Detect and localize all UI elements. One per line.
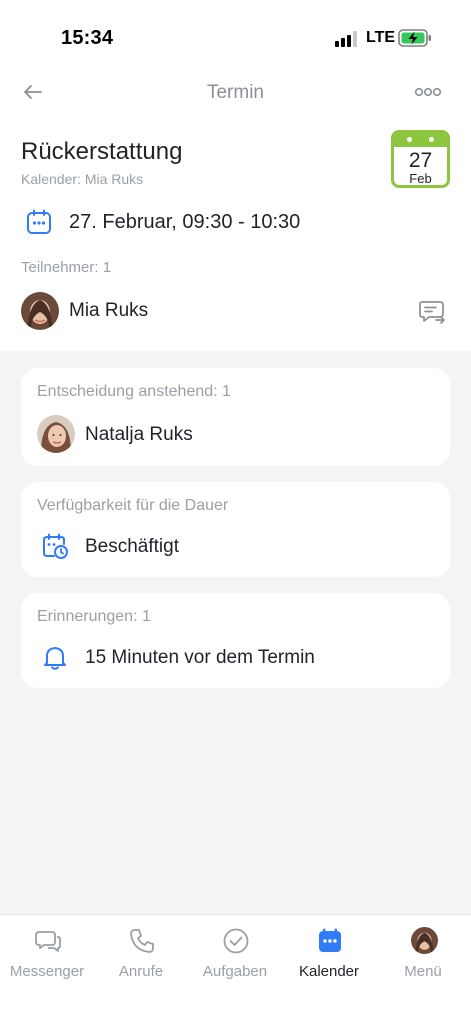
bell-icon (44, 647, 66, 670)
date-badge-month: Feb (409, 171, 432, 186)
date-badge-ring-dot (407, 137, 412, 142)
tab-tasks[interactable]: Aufgaben (188, 915, 282, 995)
pending-decision-card[interactable]: Entscheidung anstehend: 1 Natalja Ruks (21, 368, 450, 466)
availability-card[interactable]: Verfügbarkeit für die Dauer Beschäftigt (21, 482, 450, 577)
tab-label: Anrufe (118, 963, 164, 980)
calendar-icon (319, 928, 341, 952)
reminder-value: 15 Minuten vor dem Termin (85, 647, 315, 668)
more-options-icon[interactable] (414, 84, 442, 100)
avatar-photo (21, 292, 59, 330)
availability-value: Beschäftigt (85, 536, 179, 557)
bottom-tab-bar: Messenger Anrufe Aufgaben Kalender Menü (0, 914, 471, 1024)
chat-bubbles-icon (35, 931, 61, 952)
check-circle-icon (223, 928, 249, 954)
tab-calls[interactable]: Anrufe (94, 915, 188, 995)
pending-attendee-avatar[interactable] (37, 415, 75, 453)
tab-menu[interactable]: Menü (376, 915, 470, 995)
message-forward-icon[interactable] (418, 299, 446, 325)
availability-label: Verfügbarkeit für die Dauer (37, 497, 229, 514)
tab-label: Messenger (9, 963, 85, 980)
pending-attendee-name: Natalja Ruks (85, 424, 193, 445)
avatar (411, 927, 438, 954)
participant-avatar[interactable] (21, 292, 59, 330)
calendar-icon (27, 209, 51, 234)
reminders-label: Erinnerungen: 1 (37, 608, 151, 625)
cellular-signal-icon (335, 31, 357, 47)
tab-calendar[interactable]: Kalender (282, 915, 376, 995)
battery-charging-icon (398, 29, 431, 47)
event-title: Rückerstattung (21, 138, 183, 165)
date-badge-band (394, 133, 447, 147)
pending-decision-label: Entscheidung anstehend: 1 (37, 383, 231, 400)
date-badge-ring-dot (429, 137, 434, 142)
tab-label: Aufgaben (202, 963, 268, 980)
tab-messenger[interactable]: Messenger (0, 915, 94, 995)
avatar-photo (37, 415, 75, 453)
reminders-card[interactable]: Erinnerungen: 1 15 Minuten vor dem Termi… (21, 593, 450, 688)
participant-name[interactable]: Mia Ruks (69, 300, 148, 322)
participants-label: Teilnehmer: 1 (21, 259, 112, 276)
date-badge: 27 Feb (391, 130, 450, 188)
event-detail-panel: 15:34 LTE Termin Rückerstattung Kalender… (0, 0, 471, 351)
status-bar: 15:34 LTE (0, 0, 471, 70)
event-calendar-owner: Kalender: Mia Ruks (21, 171, 144, 187)
tab-label: Menü (404, 963, 442, 980)
calendar-clock-icon (43, 533, 68, 559)
status-time: 15:34 (61, 27, 114, 49)
event-datetime: 27. Februar, 09:30 - 10:30 (69, 211, 301, 233)
page-title: Termin (206, 82, 264, 103)
avatar-photo (411, 927, 438, 954)
tab-label: Kalender (298, 963, 360, 980)
phone-icon (130, 929, 154, 953)
date-badge-day: 27 (408, 149, 433, 172)
network-type: LTE (366, 29, 396, 46)
